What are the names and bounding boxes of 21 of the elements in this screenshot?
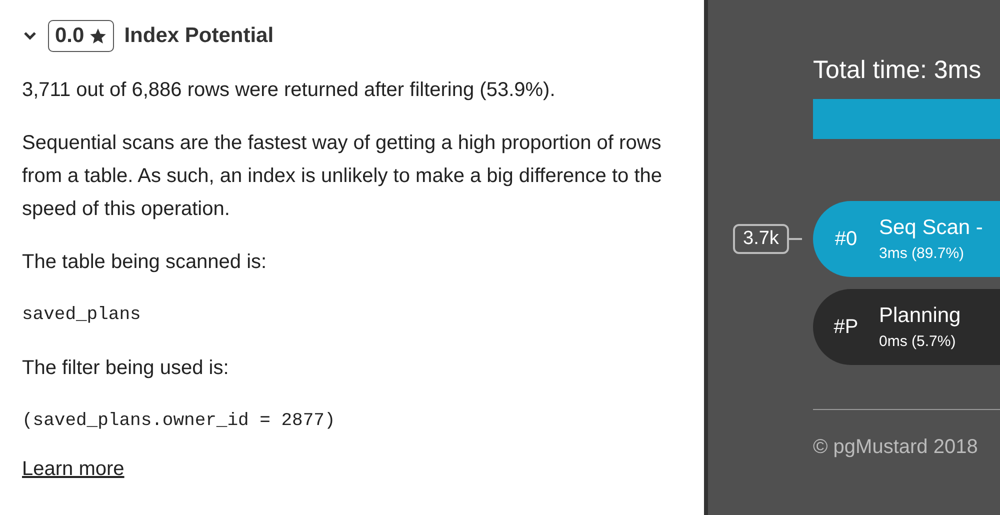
node-title: Planning <box>879 304 961 328</box>
code-text: (saved_plans.owner_id = 2877) <box>22 410 336 433</box>
chevron-down-icon[interactable] <box>22 30 38 42</box>
node-timing: 0ms (5.7%) <box>879 333 957 350</box>
node-id: #P <box>832 316 860 338</box>
score-badge: 0.0 <box>48 20 114 52</box>
learn-more-link[interactable]: Learn more <box>22 458 124 480</box>
node-title: Seq Scan - <box>879 216 983 240</box>
rows-badge: 3.7k <box>733 224 789 254</box>
insight-title: Index Potential <box>124 24 274 48</box>
paragraph: The filter being used is: <box>22 356 230 381</box>
code-text: saved_plans <box>22 304 142 327</box>
copyright-text: © pgMustard 2018 <box>813 436 979 459</box>
star-icon <box>89 27 108 45</box>
paragraph: 3,711 out of 6,886 rows were returned after filtering (53.9%). <box>22 78 556 103</box>
paragraph: Sequential scans are the fastest way of getting a high proportion of rows from a table. As such, an index is unlikely to make a big difference to the speed of this operation. <box>22 131 663 222</box>
total-time: Total time: 3ms <box>813 56 982 85</box>
paragraph: The table being scanned is: <box>22 250 268 275</box>
node-timing: 3ms (89.7%) <box>879 245 966 262</box>
node-id: #0 <box>834 228 858 250</box>
plan-node[interactable]: #P Planning 0ms (5.7%) <box>813 289 1000 365</box>
